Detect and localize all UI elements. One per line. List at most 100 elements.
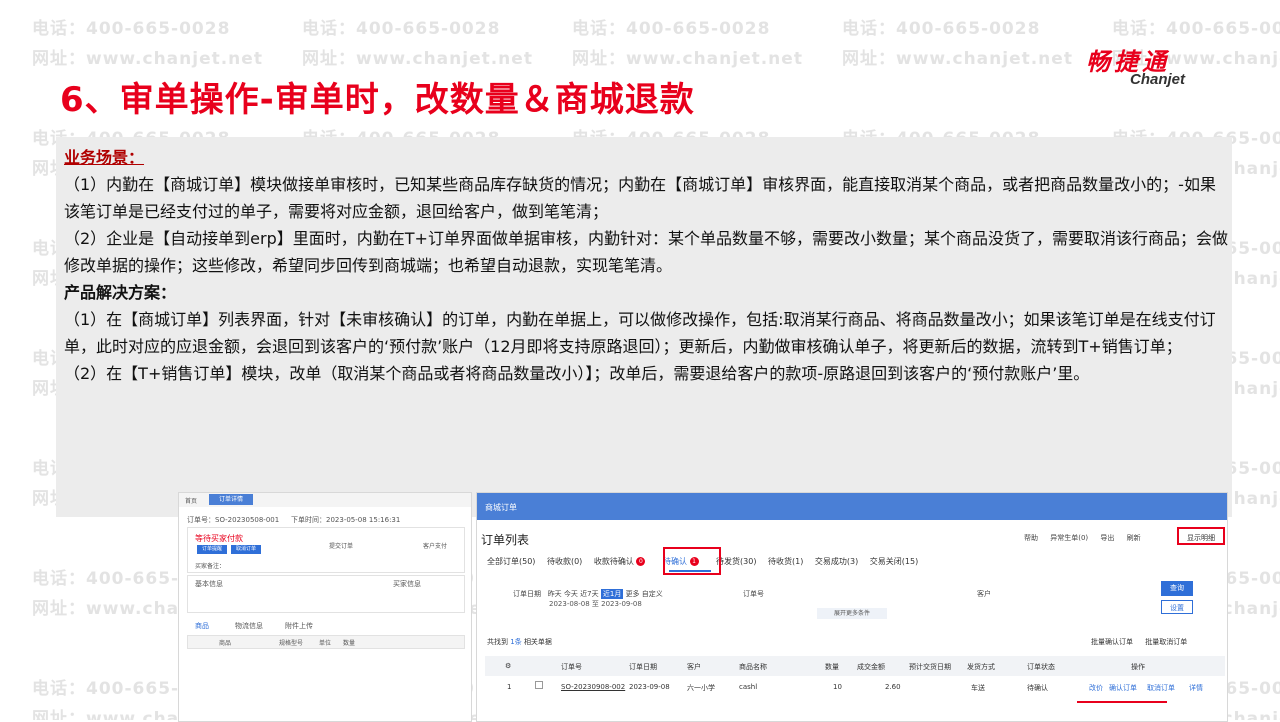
tab-payment-to-confirm-label: 收款待确认 — [593, 557, 634, 566]
remind-order-button[interactable]: 订单提醒 — [197, 545, 227, 554]
batch-confirm-button[interactable]: 批量确认订单 — [1091, 638, 1133, 646]
confirm-order-link[interactable]: 确认订单 — [1109, 683, 1137, 693]
watermark-phone: 电话：400-665-0028 — [32, 19, 231, 39]
solution-item-1: （1）在【商城订单】列表界面，针对【未审核确认】的订单，内勤在单据上，可以做修改… — [64, 310, 1216, 356]
detail-link[interactable]: 详情 — [1189, 683, 1203, 693]
watermark-phone: 电话：400-665-0028 — [842, 19, 1041, 39]
col-goods: 商品 — [219, 640, 232, 647]
order-list-toolbar: 帮助 异常生单(0) 导出 刷新 — [1024, 533, 1151, 543]
tab-closed[interactable]: 交易关闭(15) — [870, 556, 918, 567]
watermark-site: 网址：www.chanjet.net — [302, 49, 533, 69]
tab-to-receive[interactable]: 待收货(1) — [768, 556, 803, 567]
date-filter: 订单日期 昨天 今天 近7天 近1月 更多 自定义 — [513, 589, 663, 599]
solution-heading: 产品解决方案： — [64, 283, 177, 302]
col-amount: 成交金额 — [857, 663, 885, 671]
watermark-phone: 电话：400-665-0028 — [572, 19, 771, 39]
col-delivery-date: 预计交货日期 — [909, 663, 951, 671]
refresh-button[interactable]: 刷新 — [1127, 534, 1141, 542]
show-detail-checkbox[interactable]: 显示明细 — [1177, 527, 1225, 545]
export-button[interactable]: 导出 — [1100, 534, 1114, 542]
settings-column-icon[interactable]: ⚙ — [505, 662, 511, 670]
order-list-screenshot: 商城订单 订单列表 帮助 异常生单(0) 导出 刷新 显示明细 全部订单(50)… — [476, 492, 1228, 722]
help-button[interactable]: 帮助 — [1024, 534, 1038, 542]
row-order-no[interactable]: SO-20230908-002 — [561, 683, 625, 691]
payconfirm-count-badge: 0 — [636, 557, 646, 566]
filter-more[interactable]: 更多 — [626, 590, 640, 598]
row-customer: 六一小学 — [687, 684, 715, 692]
mall-order-topbar: 商城订单 — [477, 493, 1227, 520]
order-detail-screenshot: 首页 订单详情 订单号：SO-20230508-001 下单时间：2023-05… — [178, 492, 472, 722]
active-tab-underline — [669, 570, 711, 572]
found-prefix: 共找到 — [487, 638, 508, 646]
tab-home[interactable]: 首页 — [185, 496, 197, 505]
watermark-phone: 电话：400-665-0028 — [302, 19, 501, 39]
row-index: 1 — [507, 683, 512, 691]
row-ship-method: 车送 — [971, 684, 985, 692]
row-date: 2023-09-08 — [629, 683, 670, 691]
buyer-info-heading: 买家信息 — [393, 580, 421, 588]
filter-today[interactable]: 今天 — [564, 590, 578, 598]
col-order-no: 订单号 — [561, 663, 582, 671]
info-card — [187, 575, 465, 613]
row-amount: 2.60 — [885, 683, 901, 691]
found-suffix: 相关单据 — [523, 638, 552, 646]
content-text: 业务场景： （1）内勤在【商城订单】模块做接单审核时，已知某些商品库存缺货的情况… — [64, 144, 1230, 387]
tab-all-orders[interactable]: 全部订单(50) — [487, 556, 535, 567]
detail-tab-bar: 首页 订单详情 — [179, 493, 471, 507]
order-status: 等待买家付款 — [195, 534, 243, 543]
order-time-text: 下单时间：2023-05-08 15:16:31 — [291, 516, 401, 524]
filter-1month[interactable]: 近1月 — [600, 589, 624, 599]
chanjet-logo: 畅捷通 Chanjet — [1086, 42, 1226, 92]
filter-custom[interactable]: 自定义 — [642, 590, 663, 598]
row-status: 待确认 — [1027, 684, 1048, 692]
row-checkbox[interactable] — [535, 681, 543, 689]
order-table-header: ⚙ 订单号 订单日期 客户 商品名称 数量 成交金额 预计交货日期 发货方式 订… — [485, 656, 1225, 676]
exception-order-button[interactable]: 异常生单(0) — [1050, 534, 1088, 542]
col-product: 商品名称 — [739, 663, 767, 671]
actions-highlight-underline — [1077, 701, 1167, 703]
date-filter-label: 订单日期 — [513, 590, 541, 598]
tab-success[interactable]: 交易成功(3) — [815, 556, 858, 567]
col-qty: 数量 — [825, 663, 839, 671]
buyer-remark-label: 买家备注： — [195, 563, 226, 570]
col-actions: 操作 — [1131, 663, 1145, 671]
batch-cancel-button[interactable]: 批量取消订单 — [1145, 638, 1187, 646]
filter-yesterday[interactable]: 昨天 — [548, 590, 562, 598]
order-no-filter-label: 订单号 — [743, 590, 764, 598]
modify-link[interactable]: 改价 — [1089, 683, 1103, 693]
slide-title: 6、审单操作-审单时，改数量＆商城退款 — [60, 80, 695, 120]
found-count: 1条 — [510, 638, 522, 646]
sub-tab-goods[interactable]: 商品 — [195, 621, 209, 631]
tab-order-detail[interactable]: 订单详情 — [209, 494, 253, 505]
watermark-phone: 电话：400-665-0028 — [1112, 19, 1280, 39]
tab-payment-to-confirm[interactable]: 收款待确认 0 — [594, 556, 646, 567]
cancel-order-link[interactable]: 取消订单 — [1147, 683, 1175, 693]
col-unit: 单位 — [319, 640, 332, 647]
logo-en-text: Chanjet — [1130, 71, 1186, 88]
watermark-site: 网址：www.chanjet.net — [572, 49, 803, 69]
cancel-order-button[interactable]: 取消订单 — [231, 545, 261, 554]
scenario-item-1: （1）内勤在【商城订单】模块做接单审核时，已知某些商品库存缺货的情况；内勤在【商… — [64, 175, 1216, 221]
expand-more-conditions[interactable]: 展开更多条件 — [817, 608, 887, 619]
settings-button[interactable]: 设置 — [1161, 600, 1193, 614]
customer-filter-label: 客户 — [977, 590, 991, 598]
result-count: 共找到 1条 相关单据 — [487, 637, 552, 647]
watermark-site: 网址：www.chanjet.net — [842, 49, 1073, 69]
date-range-text: 2023-08-08 至 2023-09-08 — [549, 600, 642, 608]
col-status: 订单状态 — [1027, 663, 1055, 671]
step-pay: 客户支付 — [423, 543, 448, 550]
query-button[interactable]: 查询 — [1161, 581, 1193, 596]
order-list-title: 订单列表 — [481, 533, 530, 547]
sub-tab-attachment[interactable]: 附件上传 — [285, 621, 313, 631]
filter-7days[interactable]: 近7天 — [580, 590, 598, 598]
scenario-heading: 业务场景： — [64, 148, 145, 167]
tab-to-ship[interactable]: 待发货(30) — [716, 556, 756, 567]
row-product: cashl — [739, 683, 758, 691]
sub-tab-logistics[interactable]: 物流信息 — [235, 621, 263, 631]
col-ship-method: 发货方式 — [967, 663, 995, 671]
row-qty: 10 — [833, 683, 842, 691]
tab-pending-payment[interactable]: 待收款(0) — [547, 556, 582, 567]
step-submit: 提交订单 — [329, 543, 354, 550]
table-row: 1 SO-20230908-002 2023-09-08 六一小学 cashl … — [485, 676, 1225, 696]
batch-actions: 批量确认订单 批量取消订单 — [1081, 637, 1187, 647]
